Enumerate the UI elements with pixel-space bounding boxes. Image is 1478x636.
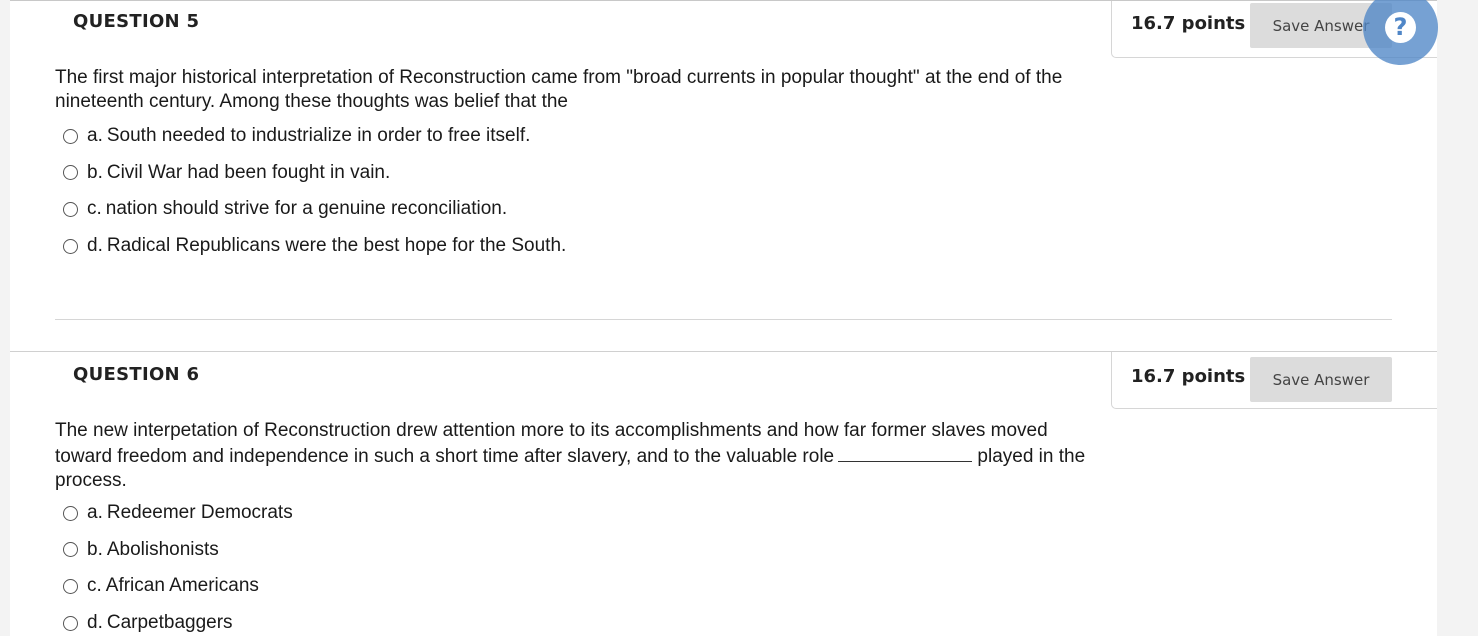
question-panel-5: QUESTION 5 16.7 points Save Answer The f… — [10, 0, 1438, 351]
option-letter: b. — [87, 161, 103, 183]
points-box: 16.7 points Save Answer — [1111, 352, 1438, 409]
option-c[interactable]: c. African Americans — [63, 568, 293, 605]
option-label: nation should strive for a genuine recon… — [105, 198, 508, 220]
answer-options: a. Redeemer Democrats b. Abolishonists c… — [63, 495, 293, 636]
help-question-icon: ? — [1385, 12, 1416, 43]
option-label: Carpetbaggers — [106, 612, 233, 634]
radio-button[interactable] — [63, 615, 78, 631]
option-letter: d. — [87, 612, 103, 634]
option-label: Redeemer Democrats — [106, 502, 293, 524]
points-label: 16.7 points — [1131, 366, 1246, 387]
option-d[interactable]: d. Radical Republicans were the best hop… — [63, 228, 566, 265]
question-text: The new interpetation of Reconstruction … — [55, 419, 1095, 493]
option-d[interactable]: d. Carpetbaggers — [63, 605, 293, 636]
answer-options: a. South needed to industrialize in orde… — [63, 118, 566, 264]
option-label: South needed to industrialize in order t… — [106, 125, 531, 147]
page-right-edge — [1437, 0, 1478, 636]
option-label: Abolishonists — [106, 538, 219, 560]
question-divider — [55, 319, 1392, 320]
option-label: Radical Republicans were the best hope f… — [106, 235, 567, 257]
radio-button[interactable] — [63, 505, 78, 521]
option-b[interactable]: b. Abolishonists — [63, 532, 293, 569]
points-label: 16.7 points — [1131, 13, 1246, 34]
radio-button[interactable] — [63, 542, 78, 558]
quiz-page: QUESTION 5 16.7 points Save Answer The f… — [0, 0, 1478, 636]
option-letter: d. — [87, 235, 103, 257]
option-b[interactable]: b. Civil War had been fought in vain. — [63, 155, 566, 192]
radio-button[interactable] — [63, 165, 78, 181]
radio-button[interactable] — [63, 238, 78, 254]
option-a[interactable]: a. South needed to industrialize in orde… — [63, 118, 566, 155]
question-panel-6: QUESTION 6 16.7 points Save Answer The n… — [10, 351, 1438, 636]
option-letter: c. — [87, 575, 102, 597]
question-text: The first major historical interpretatio… — [55, 67, 1063, 112]
option-letter: c. — [87, 198, 102, 220]
question-title: QUESTION 6 — [73, 364, 200, 385]
option-label: African Americans — [105, 575, 259, 597]
option-label: Civil War had been fought in vain. — [106, 161, 391, 183]
question-title: QUESTION 5 — [73, 11, 200, 32]
radio-button[interactable] — [63, 578, 78, 594]
fill-in-blank — [838, 443, 973, 462]
radio-button[interactable] — [63, 201, 78, 217]
option-a[interactable]: a. Redeemer Democrats — [63, 495, 293, 532]
radio-button[interactable] — [63, 128, 78, 144]
option-c[interactable]: c. nation should strive for a genuine re… — [63, 191, 566, 228]
option-letter: a. — [87, 125, 103, 147]
option-letter: b. — [87, 538, 103, 560]
option-letter: a. — [87, 502, 103, 524]
save-answer-button[interactable]: Save Answer — [1250, 357, 1392, 402]
